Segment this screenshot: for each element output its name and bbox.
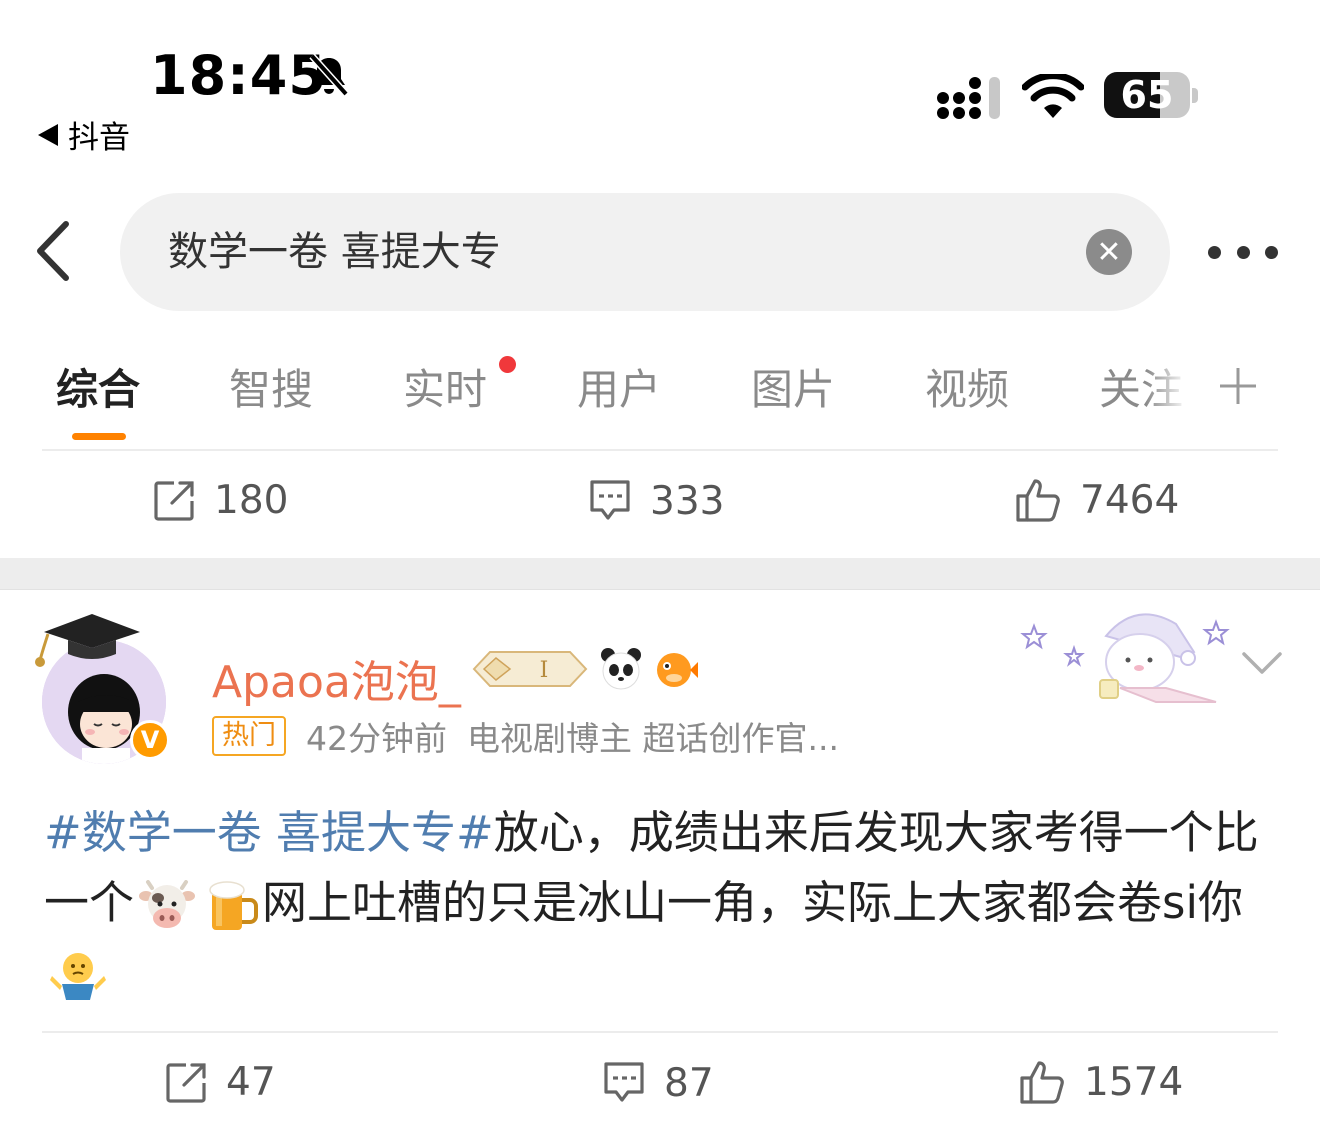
tab-comprehensive[interactable]: 综合 — [56, 356, 140, 417]
comment-button[interactable]: 333 — [588, 478, 724, 524]
search-input[interactable]: 数学一卷 喜提大专 ✕ — [120, 193, 1170, 311]
tab-smart-search[interactable]: 智搜 — [229, 356, 313, 417]
comment-icon — [604, 1062, 644, 1102]
post-time: 42分钟前 — [306, 719, 447, 758]
like-icon — [1016, 479, 1060, 522]
graduation-cap-icon — [35, 614, 140, 667]
shrug-emoji — [50, 953, 106, 1000]
post-content: #数学一卷 喜提大专#放心，成绩出来后发现大家考得一个比一个 网上吐槽的只是冰山… — [44, 798, 1284, 1008]
repost-icon — [154, 480, 194, 521]
membership-badge-icon: I — [472, 651, 588, 687]
back-to-app-link[interactable]: 抖音 — [38, 112, 130, 157]
like-count: 7464 — [1080, 477, 1180, 523]
back-chevron-icon[interactable] — [30, 218, 80, 284]
post-like-count: 1574 — [1084, 1059, 1184, 1105]
clear-icon[interactable]: ✕ — [1086, 229, 1132, 275]
decorative-sticker — [1020, 613, 1230, 703]
like-icon — [1020, 1061, 1064, 1104]
chevron-down-icon[interactable] — [1240, 648, 1284, 678]
topic-link[interactable]: #数学一卷 喜提大专# — [44, 806, 494, 859]
post-repost-button[interactable]: 47 — [164, 1060, 276, 1105]
verified-badge: V — [130, 720, 170, 760]
like-button[interactable]: 7464 — [1014, 476, 1179, 524]
bell-slash-icon — [309, 53, 349, 97]
search-query[interactable]: 数学一卷 喜提大专 — [168, 193, 501, 311]
cow-emoji — [139, 880, 196, 928]
post-username[interactable]: Apaoa泡泡_ — [212, 646, 461, 710]
post-like-button[interactable]: 1574 — [1018, 1058, 1183, 1106]
battery-percent: 65 — [1120, 73, 1174, 117]
repost-count: 180 — [214, 478, 289, 523]
beer-emoji — [209, 881, 259, 930]
back-app-label: 抖音 — [68, 120, 130, 156]
tab-realtime[interactable]: 实时 — [403, 356, 487, 417]
wifi-icon — [1022, 74, 1084, 118]
post-meta: 热门 42分钟前 电视剧博主 超话创作官... — [212, 712, 839, 760]
status-time: 18:45 — [150, 44, 327, 107]
svg-text:I: I — [540, 658, 549, 683]
plus-icon[interactable] — [1218, 366, 1258, 406]
tab-bar: 综合 智搜 实时 用户 图片 视频 关注 — [0, 356, 1320, 446]
tab-active-indicator — [72, 433, 126, 440]
tab-images[interactable]: 图片 — [751, 356, 835, 417]
avatar[interactable]: V — [30, 610, 180, 770]
repost-icon — [166, 1062, 206, 1103]
notification-dot — [499, 356, 516, 373]
comment-count: 333 — [650, 478, 725, 524]
post-comment-button[interactable]: 87 — [602, 1060, 714, 1106]
post-text-part2: 网上吐槽的只是冰山一角，实际上大家都会卷si你 — [262, 876, 1243, 929]
post-repost-count: 47 — [226, 1060, 276, 1105]
user-description: 电视剧博主 超话创作官... — [467, 719, 839, 758]
battery-icon: 65 — [1104, 72, 1200, 120]
tab-videos[interactable]: 视频 — [925, 356, 1009, 417]
user-badges: I — [470, 644, 698, 694]
post-comment-count: 87 — [664, 1060, 714, 1106]
panda-icon — [601, 648, 641, 690]
more-icon[interactable] — [1208, 240, 1278, 264]
tab-users[interactable]: 用户 — [577, 356, 661, 417]
hot-badge: 热门 — [212, 716, 286, 756]
pufferfish-icon — [657, 653, 698, 687]
signal-icon — [937, 77, 1000, 119]
repost-button[interactable]: 180 — [152, 478, 288, 523]
comment-icon — [590, 480, 630, 520]
back-triangle-icon — [38, 123, 58, 146]
